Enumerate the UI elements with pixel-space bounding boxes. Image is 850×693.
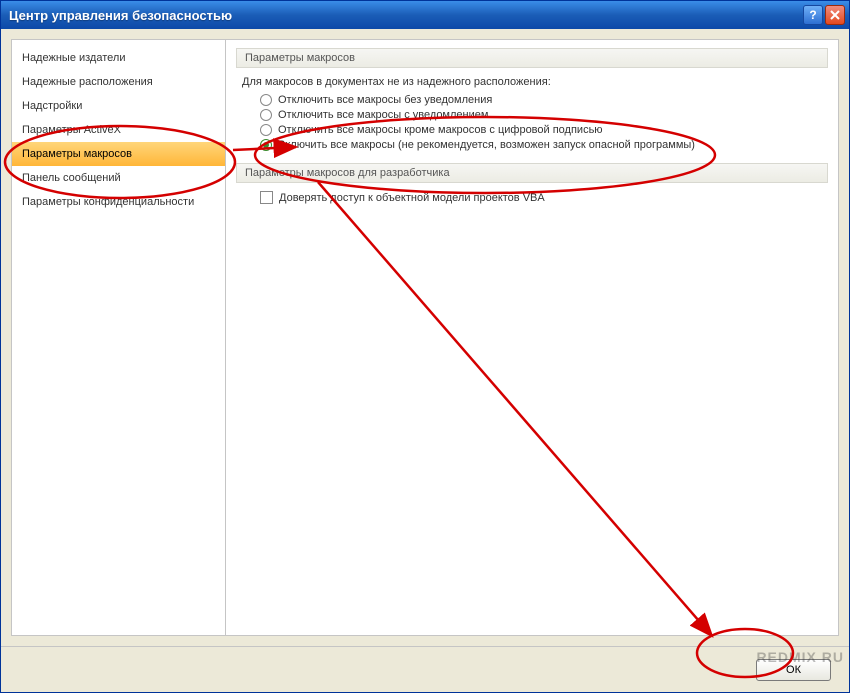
- radio-disable-except-signed[interactable]: Отключить все макросы кроме макросов с ц…: [260, 124, 828, 136]
- window-title: Центр управления безопасностью: [9, 8, 801, 23]
- close-icon: [830, 10, 840, 20]
- radio-icon: [260, 124, 272, 136]
- sidebar-item-addins[interactable]: Надстройки: [12, 94, 225, 118]
- radio-disable-no-notify[interactable]: Отключить все макросы без уведомления: [260, 94, 828, 106]
- radio-icon: [260, 109, 272, 121]
- section-header-macros: Параметры макросов: [236, 48, 828, 68]
- sidebar-item-activex[interactable]: Параметры ActiveX: [12, 118, 225, 142]
- trust-center-window: Центр управления безопасностью ? Надежны…: [0, 0, 850, 693]
- radio-label: Отключить все макросы с уведомлением: [278, 109, 488, 121]
- sidebar-item-label: Параметры макросов: [22, 148, 132, 160]
- sidebar: Надежные издатели Надежные расположения …: [11, 39, 226, 636]
- checkbox-trust-vba[interactable]: Доверять доступ к объектной модели проек…: [260, 191, 828, 204]
- sidebar-item-trusted-locations[interactable]: Надежные расположения: [12, 70, 225, 94]
- footer: ОК: [1, 646, 849, 692]
- watermark: REDMIX RU: [756, 649, 844, 665]
- radio-label: Отключить все макросы кроме макросов с ц…: [278, 124, 603, 136]
- sidebar-item-label: Надежные расположения: [22, 76, 153, 88]
- sidebar-item-message-bar[interactable]: Панель сообщений: [12, 166, 225, 190]
- sidebar-item-label: Панель сообщений: [22, 172, 121, 184]
- radio-disable-with-notify[interactable]: Отключить все макросы с уведомлением: [260, 109, 828, 121]
- sidebar-item-privacy[interactable]: Параметры конфиденциальности: [12, 190, 225, 214]
- close-button[interactable]: [825, 5, 845, 25]
- ok-button-label: ОК: [786, 664, 801, 676]
- titlebar: Центр управления безопасностью ?: [1, 1, 849, 29]
- sidebar-item-label: Надежные издатели: [22, 52, 125, 64]
- checkbox-icon: [260, 191, 273, 204]
- section-description: Для макросов в документах не из надежног…: [242, 76, 822, 88]
- radio-icon: [260, 94, 272, 106]
- sidebar-item-macro-settings[interactable]: Параметры макросов: [12, 142, 225, 166]
- sidebar-item-label: Надстройки: [22, 100, 82, 112]
- client-area: Надежные издатели Надежные расположения …: [1, 29, 849, 646]
- sidebar-item-label: Параметры ActiveX: [22, 124, 121, 136]
- checkbox-label: Доверять доступ к объектной модели проек…: [279, 192, 545, 204]
- radio-enable-all[interactable]: Включить все макросы (не рекомендуется, …: [260, 139, 828, 151]
- radio-label: Отключить все макросы без уведомления: [278, 94, 492, 106]
- radio-icon: [260, 139, 272, 151]
- sidebar-item-label: Параметры конфиденциальности: [22, 196, 194, 208]
- macro-radio-group: Отключить все макросы без уведомления От…: [260, 94, 828, 151]
- content-pane: Параметры макросов Для макросов в докуме…: [226, 39, 839, 636]
- radio-label: Включить все макросы (не рекомендуется, …: [278, 139, 695, 151]
- sidebar-item-trusted-publishers[interactable]: Надежные издатели: [12, 46, 225, 70]
- section-header-developer: Параметры макросов для разработчика: [236, 163, 828, 183]
- help-button[interactable]: ?: [803, 5, 823, 25]
